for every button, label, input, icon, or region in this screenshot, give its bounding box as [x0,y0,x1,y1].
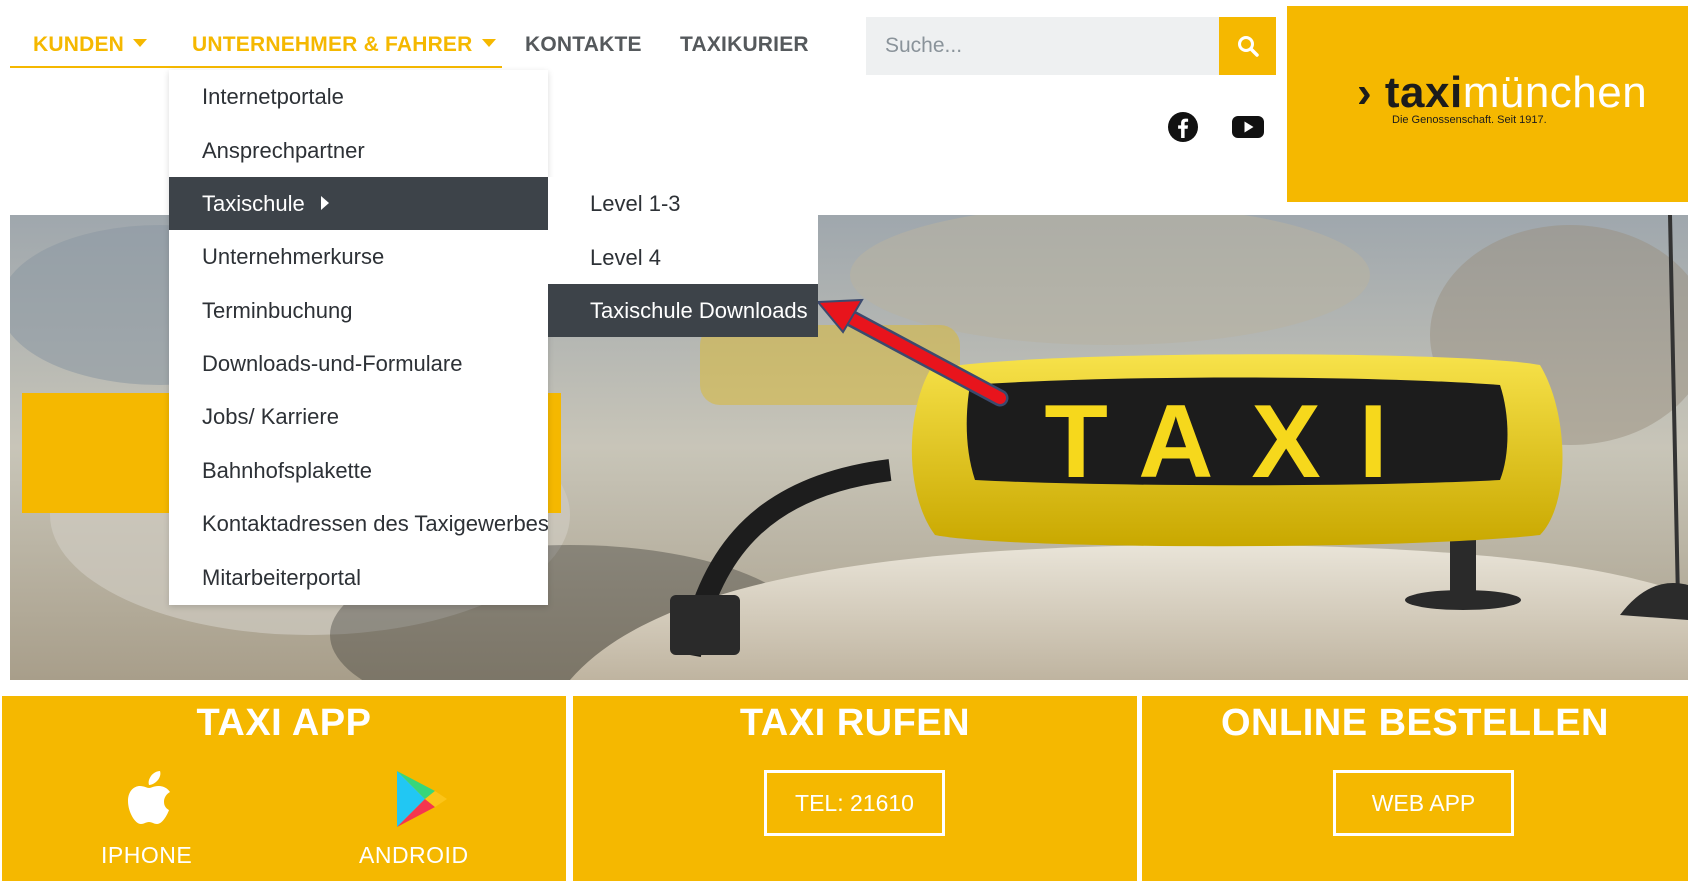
nav-taxikurier[interactable]: TAXIKURIER [680,30,809,60]
chevron-down-icon [481,39,496,48]
menu-item-bahnhofsplakette[interactable]: Bahnhofsplakette [169,444,548,497]
web-app-button[interactable]: WEB APP [1333,770,1514,836]
menu-item-label: Downloads-und-Formulare [202,351,463,376]
menu-item-label: Jobs/ Karriere [202,404,339,429]
menu-item-mitarbeiterportal[interactable]: Mitarbeiterportal [169,551,548,604]
menu-item-downloads-und-formulare[interactable]: Downloads-und-Formulare [169,337,548,390]
logo-wordmark: › taximünchen [1357,68,1647,118]
dropdown-unternehmer-fahrer: Internetportale Ansprechpartner Taxischu… [169,70,549,605]
menu-item-ansprechpartner[interactable]: Ansprechpartner [169,124,548,177]
search-input[interactable] [866,17,1219,75]
menu-item-internetportale[interactable]: Internetportale [169,70,548,123]
nav-active-underline [10,66,502,68]
facebook-icon[interactable] [1167,111,1199,143]
menu-item-label: Ansprechpartner [202,138,365,163]
logo-word-muenchen: münchen [1462,68,1648,117]
nav-kunden-label: KUNDEN [33,33,125,56]
logo-tagline: Die Genossenschaft. Seit 1917. [1392,114,1547,126]
submenu-item-label: Level 1-3 [590,191,681,216]
search-button[interactable] [1219,17,1276,75]
taxi-rufen-title: TAXI RUFEN [739,702,971,744]
menu-item-label: Terminbuchung [202,298,353,323]
taxi-rufen-box: TAXI RUFEN TEL: 21610 [573,696,1137,881]
menu-item-label: Internetportale [202,84,344,109]
online-bestellen-title: ONLINE BESTELLEN [1220,702,1610,744]
menu-item-label: Taxischule [202,191,305,216]
submenu-item-level-4[interactable]: Level 4 [548,231,818,284]
submenu-taxischule: Level 1-3 Level 4 Taxischule Downloads [548,177,818,337]
chevron-down-icon [133,39,148,48]
submenu-item-level-1-3[interactable]: Level 1-3 [548,177,818,230]
menu-item-kontaktadressen[interactable]: Kontaktadressen des Taxigewerbes [169,497,549,550]
taxi-muenchen-logo[interactable]: › taximünchen Die Genossenschaft. Seit 1… [1287,6,1688,202]
apple-icon[interactable] [120,768,184,832]
nav-unternehmer-fahrer[interactable]: UNTERNEHMER & FAHRER [192,30,496,60]
search-icon [1237,36,1259,57]
call-phone-button[interactable]: TEL: 21610 [764,770,945,836]
online-bestellen-box: ONLINE BESTELLEN WEB APP [1142,696,1688,881]
nav-kunden[interactable]: KUNDEN [33,30,148,60]
google-play-icon[interactable] [391,769,451,829]
menu-item-unternehmerkurse[interactable]: Unternehmerkurse [169,230,548,283]
menu-item-jobs-karriere[interactable]: Jobs/ Karriere [169,390,548,443]
youtube-icon[interactable] [1231,111,1264,143]
nav-kontakte[interactable]: KONTAKTE [525,30,642,60]
nav-unternehmer-label: UNTERNEHMER & FAHRER [192,33,473,56]
menu-item-label: Unternehmerkurse [202,244,385,269]
iphone-label[interactable]: IPHONE [101,842,192,869]
chevron-right-icon [320,196,329,211]
menu-item-terminbuchung[interactable]: Terminbuchung [169,284,548,337]
submenu-item-label: Level 4 [590,245,661,270]
call-phone-label: TEL: 21610 [795,789,914,816]
menu-item-label: Bahnhofsplakette [202,458,373,483]
taxi-app-title: TAXI APP [196,702,372,744]
menu-item-taxischule[interactable]: Taxischule [169,177,548,230]
menu-item-label: Kontaktadressen des Taxigewerbes [202,511,549,536]
menu-item-label: Mitarbeiterportal [202,565,361,590]
logo-word-taxi: › taxi [1357,68,1463,117]
web-app-label: WEB APP [1371,789,1476,816]
android-label[interactable]: ANDROID [359,842,469,869]
taxi-app-box: TAXI APP IPHONE ANDROID [2,696,566,881]
submenu-item-taxischule-downloads[interactable]: Taxischule Downloads [548,284,818,337]
submenu-item-label: Taxischule Downloads [590,298,808,323]
